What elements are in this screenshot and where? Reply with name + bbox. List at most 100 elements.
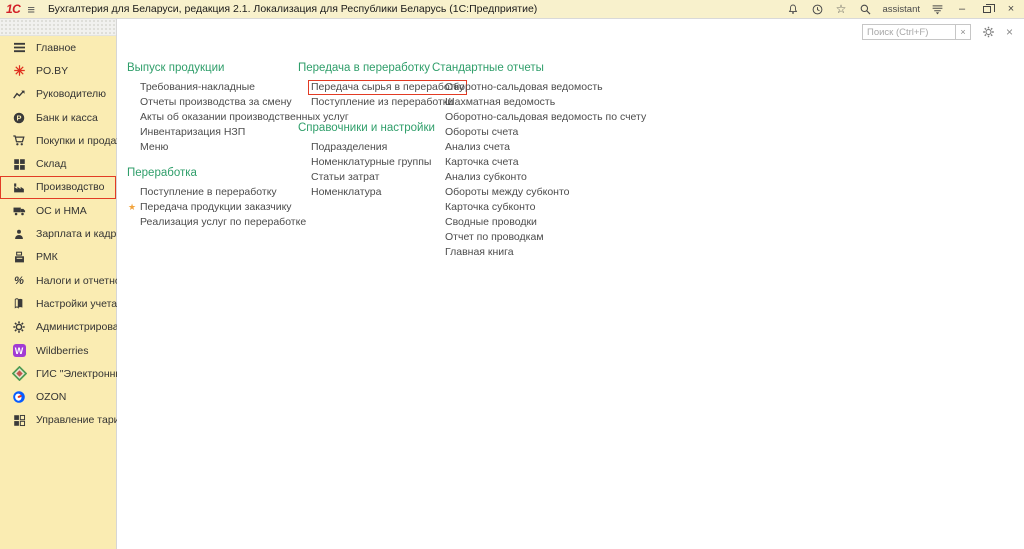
menu-item[interactable]: Оборотно-сальдовая ведомость <box>432 80 647 95</box>
menu-item-label: Поступление в переработку <box>140 186 277 198</box>
menu-item-label: Анализ счета <box>445 141 510 153</box>
menu-lines-icon <box>11 40 27 56</box>
1c-logo: 1С <box>6 2 20 16</box>
sidebar-item-wildberries[interactable]: WWildberries <box>0 339 116 362</box>
sidebar-item-production[interactable]: Производство <box>0 176 116 199</box>
menu-item-label: Оборотно-сальдовая ведомость <box>445 81 603 93</box>
search-icon[interactable] <box>859 3 872 16</box>
menu-item[interactable]: Отчеты производства за смену <box>127 95 299 110</box>
close-icon[interactable]: × <box>1004 4 1018 15</box>
sidebar-item-purchases-sales[interactable]: Покупки и продажи <box>0 129 116 152</box>
percent-icon: % <box>11 273 27 289</box>
search-input[interactable] <box>863 25 955 39</box>
menu-item[interactable]: ★Передача продукции заказчику <box>127 200 299 215</box>
main-body: ГлавноеPO.BYРуководителюРБанк и кассаПок… <box>0 19 1024 549</box>
menu-item[interactable]: Карточка субконто <box>432 200 647 215</box>
sidebar-top-strip <box>0 19 116 36</box>
sidebar-item-bank-cash[interactable]: РБанк и касса <box>0 106 116 129</box>
sidebar-item-os-nma[interactable]: ОС и НМА <box>0 199 116 222</box>
truck-icon <box>11 203 27 219</box>
sidebar-item-ozon[interactable]: OZON <box>0 385 116 408</box>
menu-item-label: Обороты счета <box>445 126 518 138</box>
menu-item[interactable]: Обороты счета <box>432 125 647 140</box>
sidebar-item-label: ОС и НМА <box>36 205 87 217</box>
menu-item-label: Требования-накладные <box>140 81 255 93</box>
grid-icon <box>11 156 27 172</box>
menu-item[interactable]: Подразделения <box>298 140 436 155</box>
menu-section: ПереработкаПоступление в переработку★Пер… <box>127 167 299 230</box>
sidebar-item-label: Главное <box>36 42 76 54</box>
menu-item[interactable]: Оборотно-сальдовая ведомость по счету <box>432 110 647 125</box>
panel-close-icon[interactable]: × <box>1006 26 1013 38</box>
sidebar-item-administration[interactable]: Администрирование <box>0 316 116 339</box>
assistant-label: assistant <box>883 4 921 15</box>
favorite-star-icon: ★ <box>128 200 136 215</box>
menu-item[interactable]: Карточка счета <box>432 155 647 170</box>
history-icon[interactable] <box>811 3 824 16</box>
titlebar: 1С ≡ Бухгалтерия для Беларуси, редакция … <box>0 0 1024 19</box>
app-window: 1С ≡ Бухгалтерия для Беларуси, редакция … <box>0 0 1024 549</box>
menu-item[interactable]: Главная книга <box>432 245 647 260</box>
menu-item[interactable]: Номенклатурные группы <box>298 155 436 170</box>
menu-item[interactable]: Отчет по проводкам <box>432 230 647 245</box>
search-clear-icon[interactable]: × <box>955 25 970 39</box>
sidebar-item-home[interactable]: Главное <box>0 36 116 59</box>
menu-item[interactable]: Статьи затрат <box>298 170 436 185</box>
register-icon <box>11 249 27 265</box>
menu-item[interactable]: Шахматная ведомость <box>432 95 647 110</box>
menu-section: Стандартные отчетыОборотно-сальдовая вед… <box>432 62 647 260</box>
menu-item[interactable]: Анализ субконто <box>432 170 647 185</box>
section-title: Выпуск продукции <box>127 62 299 74</box>
minimize-icon[interactable]: – <box>955 4 969 15</box>
sun-icon <box>11 63 27 79</box>
sidebar-item-salary-staff[interactable]: Зарплата и кадры <box>0 222 116 245</box>
sidebar-item-accounting-settings[interactable]: Настройки учета <box>0 292 116 315</box>
gear-icon <box>11 319 27 335</box>
sidebar-item-label: Склад <box>36 158 66 170</box>
menu-item[interactable]: Инвентаризация НЗП <box>127 125 299 140</box>
menu-section: Справочники и настройкиПодразделенияНоме… <box>298 122 436 200</box>
favorites-icon[interactable]: ☆ <box>835 3 848 16</box>
titlebar-controls: ☆ assistant – × <box>787 3 1019 16</box>
menu-item[interactable]: Номенклатура <box>298 185 436 200</box>
wb-icon: W <box>11 343 27 359</box>
notifications-icon[interactable] <box>787 3 800 16</box>
menu-item-label: Главная книга <box>445 246 514 258</box>
sidebar-item-gis[interactable]: ГИС "Электронный знак" <box>0 362 116 385</box>
sidebar-item-label: Производство <box>36 181 104 193</box>
menu-item-label: Номенклатура <box>311 186 381 198</box>
search-box: × <box>862 24 971 40</box>
sidebar-item-warehouse[interactable]: Склад <box>0 152 116 175</box>
menu-item-label: Реализация услуг по переработке <box>140 216 306 228</box>
menu-item-label: Отчет по проводкам <box>445 231 544 243</box>
menu-item[interactable]: Реализация услуг по переработке <box>127 215 299 230</box>
menu-item[interactable]: Требования-накладные <box>127 80 299 95</box>
sidebar-item-label: Настройки учета <box>36 298 117 310</box>
cart-icon <box>11 133 27 149</box>
menu-item[interactable]: Сводные проводки <box>432 215 647 230</box>
sidebar-item-rmk[interactable]: РМК <box>0 246 116 269</box>
menu-item[interactable]: Анализ счета <box>432 140 647 155</box>
sidebar-item-label: Руководителю <box>36 88 106 100</box>
ozon-icon <box>11 389 27 405</box>
svg-text:Р: Р <box>17 113 22 122</box>
menu-item-label: Анализ субконто <box>445 171 527 183</box>
menu-item[interactable]: Поступление в переработку <box>127 185 299 200</box>
restore-icon[interactable] <box>980 3 993 16</box>
service-menu-icon[interactable] <box>931 3 944 16</box>
menu-item[interactable]: Обороты между субконто <box>432 185 647 200</box>
settings-gear-icon[interactable] <box>982 26 995 39</box>
menu-item[interactable]: Поступление из переработки <box>298 95 436 110</box>
sidebar-item-tariff[interactable]: Управление тарифом <box>0 409 116 432</box>
menu-item[interactable]: Меню <box>127 140 299 155</box>
sidebar-item-po-by[interactable]: PO.BY <box>0 59 116 82</box>
sidebar-item-taxes[interactable]: %Налоги и отчетность <box>0 269 116 292</box>
sidebar-item-label: Покупки и продажи <box>36 135 129 147</box>
sidebar-item-manager[interactable]: Руководителю <box>0 83 116 106</box>
menu-item[interactable]: Передача сырья в переработку <box>298 80 436 95</box>
sidebar-list: Главное PO.BY Руководителю РБанк и кассаПок… <box>0 36 116 432</box>
book-icon <box>11 296 27 312</box>
main-menu-icon[interactable]: ≡ <box>27 3 35 16</box>
menu-item[interactable]: Акты об оказании производственных услуг <box>127 110 299 125</box>
menu-item-label: Номенклатурные группы <box>311 156 431 168</box>
